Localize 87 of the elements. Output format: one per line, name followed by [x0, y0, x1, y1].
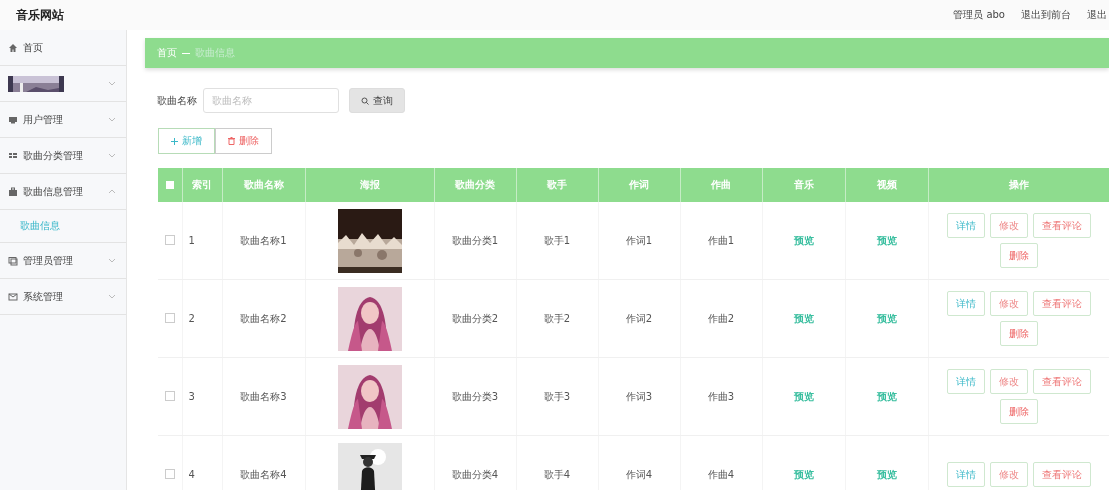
table-cell: 2 — [188, 313, 195, 324]
table-cell: 作词2 — [625, 312, 653, 324]
grid-icon — [8, 150, 18, 161]
preview-link[interactable]: 预览 — [876, 390, 897, 402]
preview-link[interactable]: 预览 — [793, 312, 814, 324]
briefcase-icon — [8, 186, 18, 197]
table-cell: 歌曲名称2 — [240, 312, 287, 324]
row-checkbox[interactable] — [164, 468, 175, 479]
delete-button[interactable]: 删除 — [215, 128, 272, 154]
action-button[interactable]: 查看评论 — [1033, 291, 1091, 316]
table-cell: 歌手3 — [543, 390, 571, 402]
breadcrumb-item[interactable]: 首页 — [157, 46, 177, 60]
table-cell: 歌手4 — [543, 468, 571, 480]
menu-item[interactable]: 歌曲分类管理 — [0, 138, 126, 174]
menu-item[interactable]: 系统管理 — [0, 279, 126, 315]
action-button[interactable]: 删除 — [1000, 399, 1038, 424]
add-button[interactable]: 新增 — [158, 128, 215, 154]
row-checkbox[interactable] — [164, 390, 175, 401]
action-button[interactable]: 删除 — [1000, 243, 1038, 268]
action-button[interactable]: 详情 — [947, 291, 985, 316]
table-cell: 歌曲分类2 — [451, 312, 499, 324]
table-cell: 歌曲名称1 — [240, 234, 287, 246]
field-label: 歌曲名称 — [157, 93, 197, 108]
monitor-icon — [8, 255, 18, 266]
preview-link[interactable]: 预览 — [876, 312, 897, 324]
preview-link[interactable]: 预览 — [793, 234, 814, 246]
table-cell: 1 — [188, 235, 195, 246]
preview-link[interactable]: 预览 — [876, 468, 897, 480]
submenu-item[interactable]: 歌曲信息 — [0, 210, 126, 243]
action-button[interactable]: 详情 — [947, 462, 985, 487]
table-cell: 作词3 — [625, 390, 653, 402]
action-button[interactable]: 修改 — [990, 291, 1028, 316]
column-header: 歌曲分类 — [455, 179, 495, 190]
preview-link[interactable]: 预览 — [793, 390, 814, 402]
column-header: 歌手 — [547, 179, 567, 190]
action-button[interactable]: 详情 — [947, 213, 985, 238]
action-button[interactable]: 修改 — [990, 369, 1028, 394]
action-button[interactable]: 修改 — [990, 462, 1028, 487]
action-button[interactable]: 查看评论 — [1033, 462, 1091, 487]
preview-link[interactable]: 预览 — [876, 234, 897, 246]
column-header: 歌曲名称 — [243, 179, 284, 190]
row-checkbox[interactable] — [164, 234, 175, 245]
action-button[interactable]: 查看评论 — [1033, 213, 1091, 238]
column-header: 视频 — [876, 179, 897, 190]
table-cell: 歌曲名称3 — [240, 390, 287, 402]
select-all-checkbox[interactable] — [165, 180, 174, 189]
action-button[interactable]: 查看评论 — [1033, 369, 1091, 394]
table-cell: 作词1 — [625, 234, 653, 246]
menu-item[interactable]: 管理员管理 — [0, 243, 126, 279]
header-link[interactable]: 退出 — [1087, 8, 1107, 22]
table-cell: 歌曲分类4 — [451, 468, 499, 480]
column-header: 海报 — [359, 179, 380, 190]
menu-item[interactable]: 歌曲信息管理 — [0, 174, 126, 210]
preview-link[interactable]: 预览 — [793, 468, 814, 480]
menu-item[interactable]: 用户管理 — [0, 102, 126, 138]
table-cell: 作曲2 — [707, 312, 735, 324]
header-link[interactable]: 退出到前台 — [1021, 8, 1071, 22]
row-checkbox[interactable] — [164, 312, 175, 323]
table-cell: 歌手2 — [543, 312, 571, 324]
plus-icon — [171, 137, 178, 145]
home-icon — [8, 42, 18, 53]
table-cell: 歌曲分类3 — [451, 390, 499, 402]
trash-icon — [228, 137, 235, 145]
table-cell: 4 — [188, 469, 195, 480]
table-cell: 作曲1 — [707, 234, 735, 246]
column-header: 索引 — [192, 179, 212, 190]
column-header: 音乐 — [793, 179, 814, 190]
search-icon — [361, 96, 369, 105]
column-header: 作词 — [629, 179, 649, 190]
table-cell: 歌手1 — [543, 234, 571, 246]
table-cell: 作词4 — [625, 468, 653, 480]
mail-icon — [8, 291, 18, 302]
action-button[interactable]: 详情 — [947, 369, 985, 394]
table-cell: 歌曲名称4 — [240, 468, 287, 480]
card-icon — [8, 114, 18, 125]
site-title: 音乐网站 — [16, 6, 64, 24]
table-cell: 作曲3 — [707, 390, 735, 402]
header-link[interactable]: 管理员 abo — [953, 8, 1005, 22]
column-header: 操作 — [1009, 179, 1029, 190]
table-cell: 作曲4 — [707, 468, 735, 480]
table-cell: 3 — [188, 391, 195, 402]
search-button[interactable]: 查询 — [349, 88, 405, 113]
action-button[interactable]: 修改 — [990, 213, 1028, 238]
action-button[interactable]: 删除 — [1000, 321, 1038, 346]
column-header: 作曲 — [711, 179, 731, 190]
table-cell: 歌曲分类1 — [451, 234, 499, 246]
menu-item[interactable]: 首页 — [0, 30, 126, 66]
